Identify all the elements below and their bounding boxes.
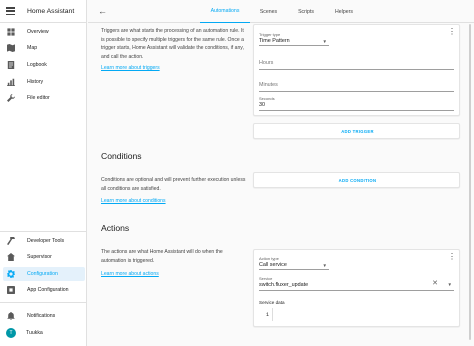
add-condition-card: ADD CONDITION [253, 172, 460, 188]
sidebar-item-file-editor[interactable]: File editor [3, 91, 85, 105]
sidebar-item-developer-tools[interactable]: Developer Tools [3, 234, 85, 248]
minutes-input[interactable]: Minutes [259, 77, 454, 92]
add-trigger-button[interactable]: ADD TRIGGER [254, 129, 461, 134]
avatar: T [6, 328, 16, 338]
scrollbar[interactable] [469, 24, 472, 344]
sidebar-item-label: File editor [27, 95, 50, 101]
scrollbar-thumb[interactable] [469, 24, 471, 340]
gear-icon [7, 270, 15, 278]
code-editor-gutter: 1 [259, 308, 273, 321]
tab-helpers[interactable]: Helpers [326, 0, 362, 23]
sidebar-divider [0, 231, 87, 232]
sidebar-item-label: History [27, 79, 44, 85]
conditions-description: Conditions are optional and will prevent… [101, 177, 246, 192]
sidebar-item-map[interactable]: Map [3, 41, 85, 55]
logbook-icon [7, 61, 15, 69]
sidebar-item-label: App Configuration [27, 287, 69, 293]
chevron-down-icon[interactable]: ▼ [448, 282, 452, 287]
sidebar-item-overview[interactable]: Overview [3, 25, 85, 39]
trigger-card: ⋮ Trigger type Time Pattern ▼ Hours Minu… [253, 24, 460, 116]
conditions-heading: Conditions [101, 151, 142, 161]
hammer-icon [7, 237, 15, 245]
add-condition-button[interactable]: ADD CONDITION [254, 178, 461, 183]
sidebar-item-label: Map [27, 45, 38, 51]
line-number: 1 [265, 312, 269, 318]
service-data-label: Service data [259, 300, 285, 305]
clear-icon[interactable]: ✕ [432, 279, 438, 287]
seconds-input[interactable]: Seconds 30 [259, 94, 454, 111]
sidebar-item-label: Configuration [27, 271, 58, 277]
sidebar-item-label: Supervisor [27, 254, 52, 260]
chevron-down-icon: ▼ [322, 39, 327, 44]
overview-icon [7, 28, 15, 36]
sidebar-item-user[interactable]: T Tuukka [3, 326, 85, 340]
top-bar: ← Automations Scenes Scripts Helpers [88, 0, 474, 23]
sidebar-header: Home Assistant [0, 0, 86, 23]
sidebar-item-app-configuration[interactable]: App Configuration [3, 283, 85, 297]
trigger-type-select[interactable]: Trigger type Time Pattern ▼ [259, 29, 329, 46]
learn-more-triggers-link[interactable]: Learn more about triggers [101, 65, 160, 71]
sidebar-item-history[interactable]: History [3, 75, 85, 89]
tab-scripts[interactable]: Scripts [288, 0, 324, 23]
more-vert-icon[interactable]: ⋮ [448, 253, 456, 261]
menu-icon[interactable] [6, 7, 15, 15]
service-input[interactable]: Service switch.fluxer_update ✕ ▼ [259, 275, 454, 291]
learn-more-conditions-link[interactable]: Learn more about conditions [101, 198, 166, 204]
sidebar-item-label: Developer Tools [27, 238, 65, 244]
action-type-select[interactable]: Action type Call service ▼ [259, 254, 329, 270]
more-vert-icon[interactable]: ⋮ [448, 28, 456, 36]
sidebar-item-notifications[interactable]: Notifications [3, 309, 85, 323]
learn-more-actions-link[interactable]: Learn more about actions [101, 271, 159, 277]
sidebar-item-label: Logbook [27, 62, 47, 68]
wrench-icon [7, 94, 15, 102]
action-type-value: Call service [259, 262, 287, 268]
chevron-down-icon: ▼ [322, 263, 327, 268]
sidebar: Home Assistant Overview Map Logbook Hist… [0, 0, 87, 346]
bell-icon [7, 312, 15, 320]
sidebar-item-label: Overview [27, 29, 49, 35]
add-trigger-card: ADD TRIGGER [253, 123, 460, 139]
sidebar-item-supervisor[interactable]: Supervisor [3, 250, 85, 264]
sidebar-item-logbook[interactable]: Logbook [3, 58, 85, 72]
supervisor-icon [7, 253, 15, 261]
app-title: Home Assistant [27, 7, 75, 15]
hours-input[interactable]: Hours [259, 55, 454, 70]
service-value: switch.fluxer_update [259, 282, 309, 288]
tab-scenes[interactable]: Scenes [251, 0, 286, 23]
action-card: ⋮ Action type Call service ▼ Service swi… [253, 249, 460, 327]
map-icon [7, 44, 15, 52]
back-arrow-icon[interactable]: ← [98, 6, 107, 16]
sidebar-item-configuration[interactable]: Configuration [3, 267, 85, 281]
actions-heading: Actions [101, 223, 130, 233]
triggers-description: Triggers are what starts the processing … [101, 28, 244, 60]
history-icon [7, 78, 15, 86]
app-config-icon [7, 286, 15, 294]
service-data-editor[interactable] [274, 308, 454, 321]
user-name: Tuukka [26, 330, 43, 336]
sidebar-divider [0, 302, 87, 303]
trigger-type-value: Time Pattern [259, 38, 290, 44]
tab-automations[interactable]: Automations [200, 0, 250, 23]
actions-description: The actions are what Home Assistant will… [101, 249, 223, 264]
sidebar-item-label: Notifications [27, 313, 56, 319]
app-window: Home Assistant Overview Map Logbook Hist… [0, 0, 474, 346]
